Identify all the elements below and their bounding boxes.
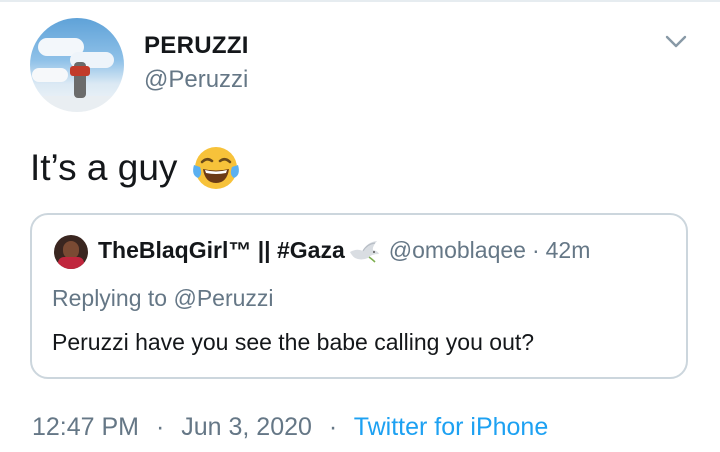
top-divider <box>0 0 720 2</box>
quoted-user-avatar <box>54 235 88 269</box>
quoted-timestamp: 42m <box>545 237 591 263</box>
tweet-meta: 12:47 PM · Jun 3, 2020 · Twitter for iPh… <box>32 413 548 442</box>
user-avatar[interactable] <box>30 18 124 112</box>
tweet-source-link[interactable]: Twitter for iPhone <box>354 413 549 441</box>
quoted-display-name: TheBlaqGirl™ || #Gaza <box>98 237 345 263</box>
face-with-tears-of-joy-icon <box>193 147 240 189</box>
quoted-tweet-header: TheBlaqGirl™ || #Gaza @omoblaqee · 42m <box>98 237 590 264</box>
user-handle[interactable]: @Peruzzi <box>144 66 248 94</box>
quoted-handle: @omoblaqee <box>388 237 526 263</box>
avatar-ground <box>30 96 124 112</box>
tweet-time[interactable]: 12:47 PM <box>32 413 139 441</box>
avatar-shirt <box>58 257 84 269</box>
dove-icon <box>349 240 379 263</box>
header-separator: · <box>531 237 540 263</box>
tweet-text: It’s a guy <box>30 147 178 188</box>
display-name[interactable]: PERUZZI <box>144 32 249 60</box>
tweet-date[interactable]: Jun 3, 2020 <box>181 413 312 441</box>
avatar-cloud <box>32 68 68 82</box>
chevron-down-icon[interactable] <box>664 32 688 52</box>
meta-separator: · <box>155 413 165 441</box>
replying-prefix: Replying to <box>52 285 168 311</box>
tweet-text-row: It’s a guy <box>30 143 241 193</box>
replying-to-line: Replying to @Peruzzi <box>52 285 274 312</box>
quoted-tweet-card[interactable]: TheBlaqGirl™ || #Gaza @omoblaqee · 42m R… <box>30 213 688 379</box>
quoted-tweet-text: Peruzzi have you see the babe calling yo… <box>52 329 535 355</box>
replying-mention[interactable]: @Peruzzi <box>173 285 273 311</box>
meta-separator: · <box>328 413 338 441</box>
avatar-person-jacket <box>70 66 90 76</box>
